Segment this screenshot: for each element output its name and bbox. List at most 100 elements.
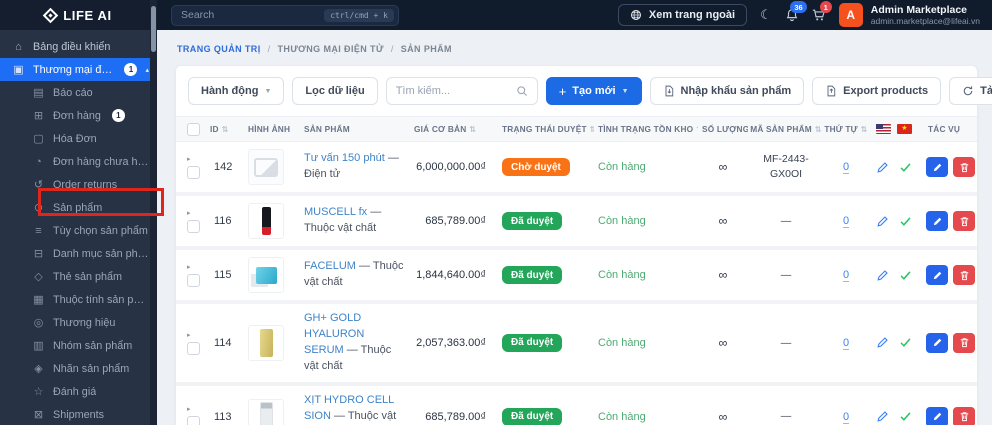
- sidebar-scrollbar-thumb[interactable]: [151, 6, 156, 52]
- product-thumbnail: [248, 257, 284, 293]
- edit-button[interactable]: [926, 265, 948, 285]
- column-header-price[interactable]: GIÁ CƠ BẢN ⇅: [410, 124, 498, 134]
- delete-button[interactable]: [953, 157, 975, 177]
- sidebar-item-orders[interactable]: ⊞ Đơn hàng 1: [0, 104, 157, 127]
- sidebar-item-shipments[interactable]: ⊠ Shipments: [0, 403, 157, 425]
- stock-status: Còn hàng: [598, 215, 646, 227]
- bulk-actions-button[interactable]: Hành động ▼: [188, 77, 285, 105]
- translate-edit-icon[interactable]: [876, 410, 889, 423]
- sidebar-item-product-collections[interactable]: ▥ Nhóm sản phẩm: [0, 334, 157, 357]
- sidebar-item-order-returns[interactable]: ↺ Order returns: [0, 173, 157, 196]
- logo-icon: [42, 7, 59, 23]
- order-value[interactable]: 0: [842, 215, 850, 228]
- translate-edit-icon[interactable]: [876, 215, 889, 228]
- breadcrumb-item[interactable]: THƯƠNG MẠI ĐIỆN TỬ: [278, 44, 384, 54]
- delete-button[interactable]: [953, 332, 975, 353]
- product-name-link[interactable]: Tư vấn 150 phút: [304, 152, 385, 164]
- create-new-button[interactable]: + Tạo mới ▼: [545, 77, 642, 105]
- global-search-input[interactable]: Search ctrl/cmd + k: [171, 4, 399, 26]
- sidebar-item-product-labels[interactable]: ◈ Nhãn sản phẩm: [0, 357, 157, 380]
- edit-button[interactable]: [926, 157, 948, 177]
- row-checkbox[interactable]: [187, 415, 200, 425]
- chevron-down-icon: ▼: [264, 87, 272, 95]
- reviews-icon: ☆: [33, 386, 44, 398]
- table-search-input[interactable]: [395, 85, 516, 97]
- translated-check-icon[interactable]: [899, 269, 912, 282]
- import-products-button[interactable]: Nhập khẩu sản phẩm: [649, 77, 805, 105]
- product-name-link[interactable]: FACELUM: [304, 260, 356, 272]
- translated-check-icon[interactable]: [899, 215, 912, 228]
- approval-status-badge: Đã duyệt: [502, 212, 563, 230]
- brands-icon: ◎: [33, 317, 44, 329]
- products-icon: ⊙: [33, 202, 44, 214]
- notifications-button[interactable]: 36: [785, 1, 807, 22]
- column-header-product[interactable]: SẢN PHẨM: [300, 124, 410, 134]
- breadcrumb-item: SẢN PHẨM: [400, 44, 452, 54]
- translated-check-icon[interactable]: [899, 410, 912, 423]
- translate-edit-icon[interactable]: [876, 161, 889, 174]
- reload-button[interactable]: Tải lại: [949, 77, 992, 105]
- order-value[interactable]: 0: [842, 161, 850, 174]
- translated-check-icon[interactable]: [899, 161, 912, 174]
- drag-handle-icon[interactable]: ▸: [187, 331, 191, 339]
- order-value[interactable]: 0: [842, 336, 850, 350]
- sidebar-item-report[interactable]: ▤ Báo cáo: [0, 81, 157, 104]
- row-checkbox[interactable]: [187, 166, 200, 179]
- order-value[interactable]: 0: [842, 269, 850, 282]
- product-quantity: ∞: [718, 335, 728, 350]
- sidebar-item-label: Báo cáo: [53, 86, 93, 99]
- sidebar-item-products[interactable]: ⊙ Sản phẩm: [0, 196, 157, 219]
- translated-check-icon[interactable]: [899, 336, 912, 349]
- column-header-id[interactable]: ID ⇅: [206, 124, 244, 134]
- row-checkbox[interactable]: [187, 341, 200, 355]
- order-value[interactable]: 0: [842, 410, 850, 424]
- drag-handle-icon[interactable]: ▸: [187, 263, 191, 271]
- row-checkbox[interactable]: [187, 274, 200, 287]
- select-all-checkbox[interactable]: [187, 122, 200, 136]
- filter-button[interactable]: Lọc dữ liệu: [292, 77, 378, 105]
- drag-handle-icon[interactable]: ▸: [187, 209, 191, 217]
- globe-icon: [630, 9, 642, 21]
- view-site-button[interactable]: Xem trang ngoài: [617, 4, 748, 26]
- translate-edit-icon[interactable]: [876, 336, 889, 349]
- column-header-sku[interactable]: MÃ SẢN PHẨM ⇅: [748, 124, 824, 134]
- delete-button[interactable]: [953, 211, 975, 231]
- cart-button[interactable]: 1: [812, 1, 832, 22]
- sidebar-item-reviews[interactable]: ☆ Đánh giá: [0, 380, 157, 403]
- sidebar-item-home[interactable]: ⌂ Bảng điều khiển: [0, 35, 157, 58]
- delete-button[interactable]: [953, 265, 975, 285]
- product-options-icon: ≡: [35, 224, 42, 237]
- edit-button[interactable]: [926, 211, 948, 231]
- reload-icon: [962, 85, 974, 97]
- product-name-link[interactable]: MUSCELL fx: [304, 206, 367, 218]
- dark-mode-toggle[interactable]: ☾: [760, 7, 772, 23]
- sidebar-item-product-options[interactable]: ≡ Tùy chọn sản phẩm: [0, 219, 157, 242]
- breadcrumb-item[interactable]: TRANG QUẢN TRỊ: [177, 44, 261, 54]
- sidebar-item-invoice[interactable]: ▢ Hóa Đơn: [0, 127, 157, 150]
- sidebar-item-incomplete-orders[interactable]: ◔ Đơn hàng chưa ho...: [0, 150, 157, 173]
- sidebar-item-product-tags[interactable]: ◇ Thẻ sản phẩm: [0, 265, 157, 288]
- product-price: 685,789.00₫: [425, 215, 486, 227]
- sidebar-item-ecommerce[interactable]: ▣ Thương mại điện tử 1 ▴: [0, 58, 157, 81]
- logo[interactable]: LIFE AI: [0, 0, 157, 30]
- column-header-stock[interactable]: TÌNH TRẠNG TỒN KHO ⇅: [594, 124, 698, 134]
- user-menu[interactable]: A Admin Marketplace admin.marketplace@li…: [838, 3, 980, 27]
- sidebar-item-brands[interactable]: ◎ Thương hiệu: [0, 311, 157, 334]
- column-header-quantity[interactable]: SỐ LƯỢNG ⇅: [698, 124, 748, 134]
- product-labels-icon: ◈: [34, 363, 43, 375]
- approval-status-badge: Chờ duyệt: [502, 158, 570, 176]
- column-header-order[interactable]: THỨ TỰ ⇅: [824, 124, 868, 134]
- product-sku: —: [780, 336, 792, 349]
- export-products-button[interactable]: Export products: [812, 77, 942, 105]
- sidebar-item-product-attributes[interactable]: ▦ Thuộc tính sản phẩm: [0, 288, 157, 311]
- edit-button[interactable]: [926, 406, 948, 425]
- column-header-approval[interactable]: TRẠNG THÁI DUYỆT ⇅: [498, 124, 594, 134]
- drag-handle-icon[interactable]: ▸: [187, 155, 191, 163]
- drag-handle-icon[interactable]: ▸: [187, 405, 191, 413]
- delete-button[interactable]: [953, 406, 975, 425]
- sidebar-item-product-categories[interactable]: ⊟ Danh mục sản phẩm: [0, 242, 157, 265]
- stock-status: Còn hàng: [598, 336, 646, 349]
- edit-button[interactable]: [926, 332, 948, 353]
- row-checkbox[interactable]: [187, 220, 200, 233]
- translate-edit-icon[interactable]: [876, 269, 889, 282]
